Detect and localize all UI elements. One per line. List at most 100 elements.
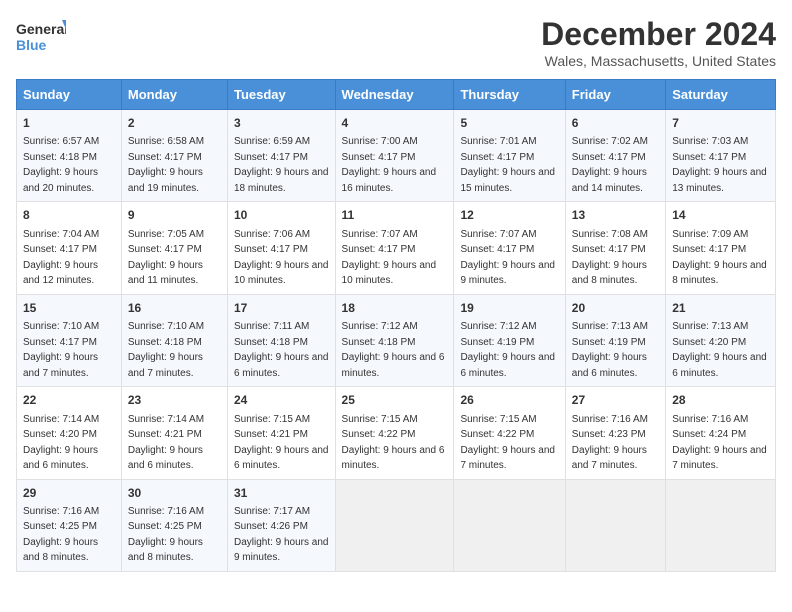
calendar-cell: 16 Sunrise: 7:10 AM Sunset: 4:18 PM Dayl… (121, 294, 227, 386)
day-info: Sunrise: 7:08 AM Sunset: 4:17 PM Dayligh… (572, 229, 648, 287)
calendar-cell: 5 Sunrise: 7:01 AM Sunset: 4:17 PM Dayli… (454, 110, 565, 202)
day-info: Sunrise: 7:16 AM Sunset: 4:24 PM Dayligh… (672, 414, 767, 472)
calendar-cell: 31 Sunrise: 7:17 AM Sunset: 4:26 PM Dayl… (227, 479, 335, 571)
calendar-cell: 23 Sunrise: 7:14 AM Sunset: 4:21 PM Dayl… (121, 387, 227, 479)
calendar-week-row: 22 Sunrise: 7:14 AM Sunset: 4:20 PM Dayl… (17, 387, 776, 479)
calendar-cell: 26 Sunrise: 7:15 AM Sunset: 4:22 PM Dayl… (454, 387, 565, 479)
day-number: 27 (572, 392, 659, 409)
column-header-friday: Friday (565, 80, 665, 110)
day-number: 16 (128, 300, 221, 317)
calendar-cell: 24 Sunrise: 7:15 AM Sunset: 4:21 PM Dayl… (227, 387, 335, 479)
day-number: 9 (128, 207, 221, 224)
day-info: Sunrise: 6:59 AM Sunset: 4:17 PM Dayligh… (234, 136, 329, 194)
day-number: 3 (234, 115, 329, 132)
day-number: 24 (234, 392, 329, 409)
day-info: Sunrise: 7:16 AM Sunset: 4:25 PM Dayligh… (23, 506, 99, 564)
calendar-cell: 21 Sunrise: 7:13 AM Sunset: 4:20 PM Dayl… (666, 294, 776, 386)
day-info: Sunrise: 7:07 AM Sunset: 4:17 PM Dayligh… (342, 229, 437, 287)
header: General Blue December 2024 Wales, Massac… (16, 16, 776, 69)
calendar-week-row: 1 Sunrise: 6:57 AM Sunset: 4:18 PM Dayli… (17, 110, 776, 202)
day-number: 14 (672, 207, 769, 224)
day-number: 31 (234, 485, 329, 502)
calendar-cell: 6 Sunrise: 7:02 AM Sunset: 4:17 PM Dayli… (565, 110, 665, 202)
day-info: Sunrise: 7:12 AM Sunset: 4:18 PM Dayligh… (342, 321, 445, 379)
calendar-cell (666, 479, 776, 571)
day-info: Sunrise: 7:07 AM Sunset: 4:17 PM Dayligh… (460, 229, 555, 287)
calendar-cell: 3 Sunrise: 6:59 AM Sunset: 4:17 PM Dayli… (227, 110, 335, 202)
calendar-cell: 27 Sunrise: 7:16 AM Sunset: 4:23 PM Dayl… (565, 387, 665, 479)
calendar-week-row: 8 Sunrise: 7:04 AM Sunset: 4:17 PM Dayli… (17, 202, 776, 294)
page-subtitle: Wales, Massachusetts, United States (541, 53, 776, 69)
title-area: December 2024 Wales, Massachusetts, Unit… (541, 16, 776, 69)
calendar-cell: 13 Sunrise: 7:08 AM Sunset: 4:17 PM Dayl… (565, 202, 665, 294)
calendar-cell: 2 Sunrise: 6:58 AM Sunset: 4:17 PM Dayli… (121, 110, 227, 202)
calendar-cell: 29 Sunrise: 7:16 AM Sunset: 4:25 PM Dayl… (17, 479, 122, 571)
calendar-cell: 9 Sunrise: 7:05 AM Sunset: 4:17 PM Dayli… (121, 202, 227, 294)
day-info: Sunrise: 7:10 AM Sunset: 4:18 PM Dayligh… (128, 321, 204, 379)
day-info: Sunrise: 7:00 AM Sunset: 4:17 PM Dayligh… (342, 136, 437, 194)
calendar-cell: 1 Sunrise: 6:57 AM Sunset: 4:18 PM Dayli… (17, 110, 122, 202)
svg-text:Blue: Blue (16, 37, 47, 53)
day-number: 11 (342, 207, 448, 224)
day-number: 10 (234, 207, 329, 224)
day-info: Sunrise: 6:58 AM Sunset: 4:17 PM Dayligh… (128, 136, 204, 194)
day-info: Sunrise: 7:14 AM Sunset: 4:21 PM Dayligh… (128, 414, 204, 472)
day-number: 17 (234, 300, 329, 317)
day-info: Sunrise: 7:03 AM Sunset: 4:17 PM Dayligh… (672, 136, 767, 194)
calendar-cell (454, 479, 565, 571)
column-header-wednesday: Wednesday (335, 80, 454, 110)
day-info: Sunrise: 7:01 AM Sunset: 4:17 PM Dayligh… (460, 136, 555, 194)
logo: General Blue (16, 16, 66, 60)
day-number: 23 (128, 392, 221, 409)
day-number: 1 (23, 115, 115, 132)
calendar-cell: 19 Sunrise: 7:12 AM Sunset: 4:19 PM Dayl… (454, 294, 565, 386)
day-info: Sunrise: 7:16 AM Sunset: 4:25 PM Dayligh… (128, 506, 204, 564)
day-info: Sunrise: 6:57 AM Sunset: 4:18 PM Dayligh… (23, 136, 99, 194)
column-header-sunday: Sunday (17, 80, 122, 110)
calendar-cell: 20 Sunrise: 7:13 AM Sunset: 4:19 PM Dayl… (565, 294, 665, 386)
calendar-table: SundayMondayTuesdayWednesdayThursdayFrid… (16, 79, 776, 572)
column-header-tuesday: Tuesday (227, 80, 335, 110)
calendar-cell: 14 Sunrise: 7:09 AM Sunset: 4:17 PM Dayl… (666, 202, 776, 294)
day-number: 22 (23, 392, 115, 409)
day-info: Sunrise: 7:15 AM Sunset: 4:22 PM Dayligh… (342, 414, 445, 472)
day-info: Sunrise: 7:16 AM Sunset: 4:23 PM Dayligh… (572, 414, 648, 472)
day-info: Sunrise: 7:06 AM Sunset: 4:17 PM Dayligh… (234, 229, 329, 287)
calendar-cell: 30 Sunrise: 7:16 AM Sunset: 4:25 PM Dayl… (121, 479, 227, 571)
logo-svg: General Blue (16, 16, 66, 60)
day-info: Sunrise: 7:04 AM Sunset: 4:17 PM Dayligh… (23, 229, 99, 287)
day-info: Sunrise: 7:14 AM Sunset: 4:20 PM Dayligh… (23, 414, 99, 472)
page-title: December 2024 (541, 16, 776, 53)
calendar-cell: 17 Sunrise: 7:11 AM Sunset: 4:18 PM Dayl… (227, 294, 335, 386)
day-info: Sunrise: 7:13 AM Sunset: 4:19 PM Dayligh… (572, 321, 648, 379)
column-header-monday: Monday (121, 80, 227, 110)
day-number: 26 (460, 392, 558, 409)
calendar-cell: 22 Sunrise: 7:14 AM Sunset: 4:20 PM Dayl… (17, 387, 122, 479)
day-number: 28 (672, 392, 769, 409)
day-info: Sunrise: 7:15 AM Sunset: 4:21 PM Dayligh… (234, 414, 329, 472)
day-number: 2 (128, 115, 221, 132)
calendar-cell: 7 Sunrise: 7:03 AM Sunset: 4:17 PM Dayli… (666, 110, 776, 202)
calendar-week-row: 15 Sunrise: 7:10 AM Sunset: 4:17 PM Dayl… (17, 294, 776, 386)
calendar-cell: 18 Sunrise: 7:12 AM Sunset: 4:18 PM Dayl… (335, 294, 454, 386)
day-info: Sunrise: 7:11 AM Sunset: 4:18 PM Dayligh… (234, 321, 329, 379)
day-number: 30 (128, 485, 221, 502)
day-info: Sunrise: 7:17 AM Sunset: 4:26 PM Dayligh… (234, 506, 329, 564)
day-info: Sunrise: 7:05 AM Sunset: 4:17 PM Dayligh… (128, 229, 204, 287)
calendar-cell (335, 479, 454, 571)
day-number: 29 (23, 485, 115, 502)
day-number: 5 (460, 115, 558, 132)
day-number: 21 (672, 300, 769, 317)
calendar-cell: 8 Sunrise: 7:04 AM Sunset: 4:17 PM Dayli… (17, 202, 122, 294)
day-number: 12 (460, 207, 558, 224)
day-number: 15 (23, 300, 115, 317)
calendar-cell: 10 Sunrise: 7:06 AM Sunset: 4:17 PM Dayl… (227, 202, 335, 294)
day-number: 19 (460, 300, 558, 317)
day-number: 13 (572, 207, 659, 224)
day-number: 6 (572, 115, 659, 132)
calendar-cell: 11 Sunrise: 7:07 AM Sunset: 4:17 PM Dayl… (335, 202, 454, 294)
day-info: Sunrise: 7:10 AM Sunset: 4:17 PM Dayligh… (23, 321, 99, 379)
day-info: Sunrise: 7:12 AM Sunset: 4:19 PM Dayligh… (460, 321, 555, 379)
day-number: 20 (572, 300, 659, 317)
calendar-cell: 25 Sunrise: 7:15 AM Sunset: 4:22 PM Dayl… (335, 387, 454, 479)
